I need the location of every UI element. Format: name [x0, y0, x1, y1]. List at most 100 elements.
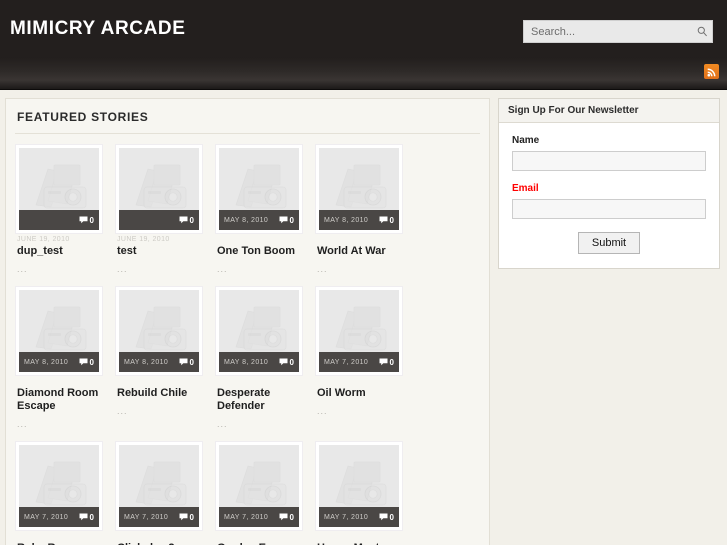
comment-bubble-icon — [179, 513, 188, 521]
story-meta-bar: MAY 7, 2010 0 — [319, 352, 399, 372]
story-meta-bar: MAY 8, 2010 0 — [119, 352, 199, 372]
story-thumbnail[interactable]: MAY 7, 2010 0 — [315, 286, 403, 376]
story-thumbnail[interactable]: MAY 8, 2010 0 — [115, 286, 203, 376]
story-comment-count: 0 — [79, 216, 94, 225]
search-input[interactable] — [524, 21, 692, 42]
story-meta-bar: MAY 7, 2010 0 — [319, 507, 399, 527]
comment-bubble-icon — [179, 358, 188, 366]
submit-row: Submit — [512, 231, 706, 254]
story-title[interactable]: World At War — [315, 245, 407, 258]
story-excerpt: ... — [117, 406, 128, 416]
story-card[interactable]: MAY 8, 2010 0 Diamond Room Escape ... — [15, 286, 115, 429]
story-meta-bar: MAY 8, 2010 0 — [19, 352, 99, 372]
story-grid: 0 JUNE 19, 2010 dup_test ... 0 JUNE 19, … — [15, 134, 480, 545]
comment-count-value: 0 — [89, 357, 94, 367]
story-card[interactable]: MAY 7, 2010 0 Clickplay 2 — [115, 441, 215, 545]
story-date-below: JUNE 19, 2010 — [117, 236, 170, 243]
story-card[interactable]: MAY 8, 2010 0 World At War ... — [315, 144, 415, 274]
comment-bubble-icon — [379, 513, 388, 521]
name-label: Name — [512, 135, 540, 146]
story-excerpt: ... — [217, 264, 228, 274]
story-card[interactable]: 0 JUNE 19, 2010 test ... — [115, 144, 215, 274]
story-comment-count: 0 — [379, 513, 394, 522]
story-meta-bar: 0 — [19, 210, 99, 230]
newsletter-title: Sign Up For Our Newsletter — [499, 99, 719, 123]
story-card[interactable]: MAY 7, 2010 0 Oil Worm ... — [315, 286, 415, 429]
story-excerpt: ... — [317, 406, 328, 416]
comment-count-value: 0 — [89, 512, 94, 522]
comment-bubble-icon — [279, 358, 288, 366]
story-date-below — [15, 533, 115, 541]
story-title[interactable]: Oil Worm — [315, 387, 407, 400]
comment-count-value: 0 — [89, 215, 94, 225]
sidebar: Sign Up For Our Newsletter Name Email Su… — [498, 98, 720, 269]
page-body: FEATURED STORIES 0 JUNE 19, 2010 dup_tes… — [0, 90, 727, 545]
comment-bubble-icon — [79, 513, 88, 521]
story-card[interactable]: MAY 7, 2010 0 Garden Escape — [215, 441, 315, 545]
search-icon[interactable] — [692, 26, 712, 37]
story-date: MAY 7, 2010 — [224, 513, 269, 521]
story-title[interactable]: dup_test — [15, 245, 107, 258]
story-title[interactable]: Desperate Defender — [215, 387, 307, 413]
story-thumbnail[interactable]: MAY 8, 2010 0 — [315, 144, 403, 234]
site-header: MIMICRY ARCADE — [0, 0, 727, 57]
story-comment-count: 0 — [79, 513, 94, 522]
story-card[interactable]: MAY 8, 2010 0 Desperate Defender ... — [215, 286, 315, 429]
site-title: MIMICRY ARCADE — [10, 17, 186, 39]
comment-bubble-icon — [179, 216, 188, 224]
search-box[interactable] — [523, 20, 713, 43]
story-comment-count: 0 — [379, 358, 394, 367]
story-thumbnail[interactable]: MAY 8, 2010 0 — [15, 286, 103, 376]
story-date-below — [15, 378, 115, 386]
submit-button[interactable]: Submit — [577, 232, 641, 254]
story-thumbnail[interactable]: MAY 7, 2010 0 — [115, 441, 203, 531]
story-meta-bar: 0 — [119, 210, 199, 230]
story-card[interactable]: MAY 8, 2010 0 Rebuild Chile ... — [115, 286, 215, 429]
story-date-below — [315, 533, 415, 541]
story-thumbnail[interactable]: 0 — [115, 144, 203, 234]
story-date: MAY 7, 2010 — [24, 513, 69, 521]
story-thumbnail[interactable]: MAY 8, 2010 0 — [215, 286, 303, 376]
story-thumbnail[interactable]: MAY 7, 2010 0 — [15, 441, 103, 531]
story-title[interactable]: Rebuild Chile — [115, 387, 207, 400]
story-title[interactable]: test — [115, 245, 207, 258]
nav-bar — [0, 57, 727, 90]
story-thumbnail[interactable]: MAY 7, 2010 0 — [215, 441, 303, 531]
story-thumbnail[interactable]: MAY 8, 2010 0 — [215, 144, 303, 234]
rss-icon[interactable] — [704, 64, 719, 79]
story-card[interactable]: MAY 7, 2010 0 Happy Mantova — [315, 441, 415, 545]
featured-stories-heading: FEATURED STORIES — [15, 108, 480, 134]
comment-bubble-icon — [79, 216, 88, 224]
story-excerpt: ... — [17, 419, 28, 429]
story-comment-count: 0 — [279, 216, 294, 225]
story-date-below — [315, 378, 415, 386]
story-meta-bar: MAY 7, 2010 0 — [19, 507, 99, 527]
comment-bubble-icon — [79, 358, 88, 366]
story-date: MAY 8, 2010 — [224, 358, 269, 366]
story-thumbnail[interactable]: MAY 7, 2010 0 — [315, 441, 403, 531]
comment-bubble-icon — [279, 216, 288, 224]
story-card[interactable]: 0 JUNE 19, 2010 dup_test ... — [15, 144, 115, 274]
story-card[interactable]: MAY 8, 2010 0 One Ton Boom ... — [215, 144, 315, 274]
story-excerpt: ... — [17, 264, 28, 274]
featured-stories-panel: FEATURED STORIES 0 JUNE 19, 2010 dup_tes… — [5, 98, 490, 545]
story-title[interactable]: Diamond Room Escape — [15, 387, 107, 413]
story-date: MAY 7, 2010 — [324, 513, 369, 521]
name-field[interactable] — [512, 151, 706, 171]
comment-count-value: 0 — [389, 215, 394, 225]
comment-count-value: 0 — [289, 512, 294, 522]
story-comment-count: 0 — [179, 216, 194, 225]
comment-count-value: 0 — [389, 357, 394, 367]
comment-count-value: 0 — [289, 357, 294, 367]
story-title[interactable]: One Ton Boom — [215, 245, 307, 258]
story-date-below — [115, 533, 215, 541]
story-card[interactable]: MAY 7, 2010 0 Ruby Room — [15, 441, 115, 545]
story-comment-count: 0 — [179, 358, 194, 367]
story-thumbnail[interactable]: 0 — [15, 144, 103, 234]
story-meta-bar: MAY 8, 2010 0 — [219, 352, 299, 372]
comment-count-value: 0 — [389, 512, 394, 522]
comment-bubble-icon — [379, 216, 388, 224]
email-field[interactable] — [512, 199, 706, 219]
newsletter-widget: Sign Up For Our Newsletter Name Email Su… — [498, 98, 720, 269]
story-date: MAY 8, 2010 — [324, 216, 369, 224]
